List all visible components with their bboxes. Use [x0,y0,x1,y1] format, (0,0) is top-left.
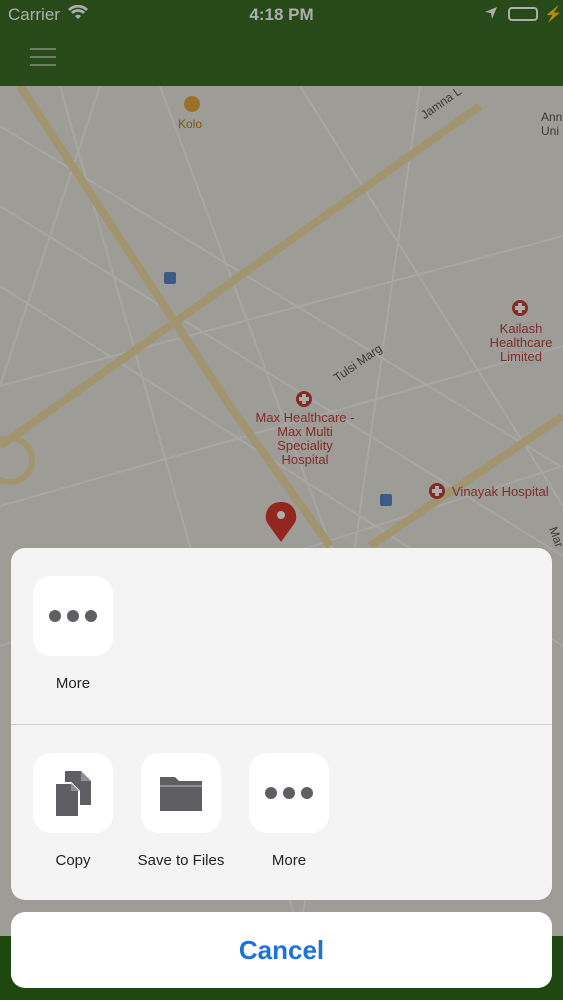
more-dots-icon [33,576,113,656]
copy-icon [54,771,91,818]
copy-button[interactable] [33,753,113,833]
cancel-button[interactable]: Cancel [11,912,552,988]
save-to-files-label: Save to Files [137,852,225,869]
more-dots-icon [249,753,329,833]
share-more-button[interactable] [33,576,113,656]
action-more-label: More [271,852,307,869]
share-more-label: More [55,675,91,692]
folder-icon [160,777,202,811]
action-more-button[interactable] [249,753,329,833]
copy-label: Copy [55,852,91,869]
share-sheet: More Copy Save to Files More [11,548,552,900]
save-to-files-button[interactable] [141,753,221,833]
sheet-divider [11,724,552,725]
